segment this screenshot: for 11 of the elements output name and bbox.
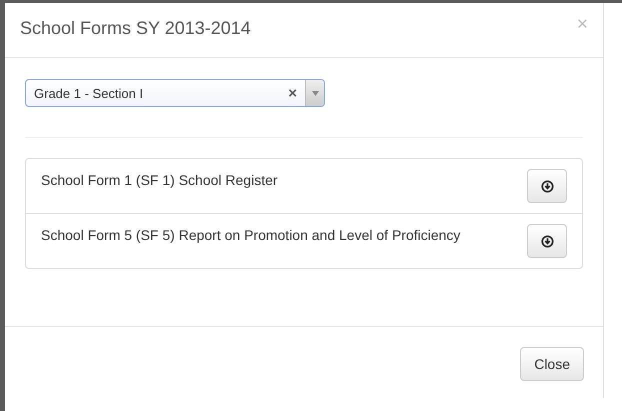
download-button[interactable] xyxy=(527,224,567,258)
form-name: School Form 1 (SF 1) School Register xyxy=(41,172,278,190)
download-icon xyxy=(540,180,554,192)
download-button[interactable] xyxy=(527,169,567,203)
clear-icon[interactable]: × xyxy=(288,84,305,102)
section-select[interactable]: Grade 1 - Section I × xyxy=(25,79,325,107)
modal-title: School Forms SY 2013-2014 xyxy=(20,18,251,38)
close-button[interactable]: Close xyxy=(520,346,584,380)
dropdown-caret-icon[interactable] xyxy=(312,90,318,96)
form-name: School Form 5 (SF 5) Report on Promotion and Level of Proficiency xyxy=(41,227,460,245)
download-icon xyxy=(540,234,554,248)
